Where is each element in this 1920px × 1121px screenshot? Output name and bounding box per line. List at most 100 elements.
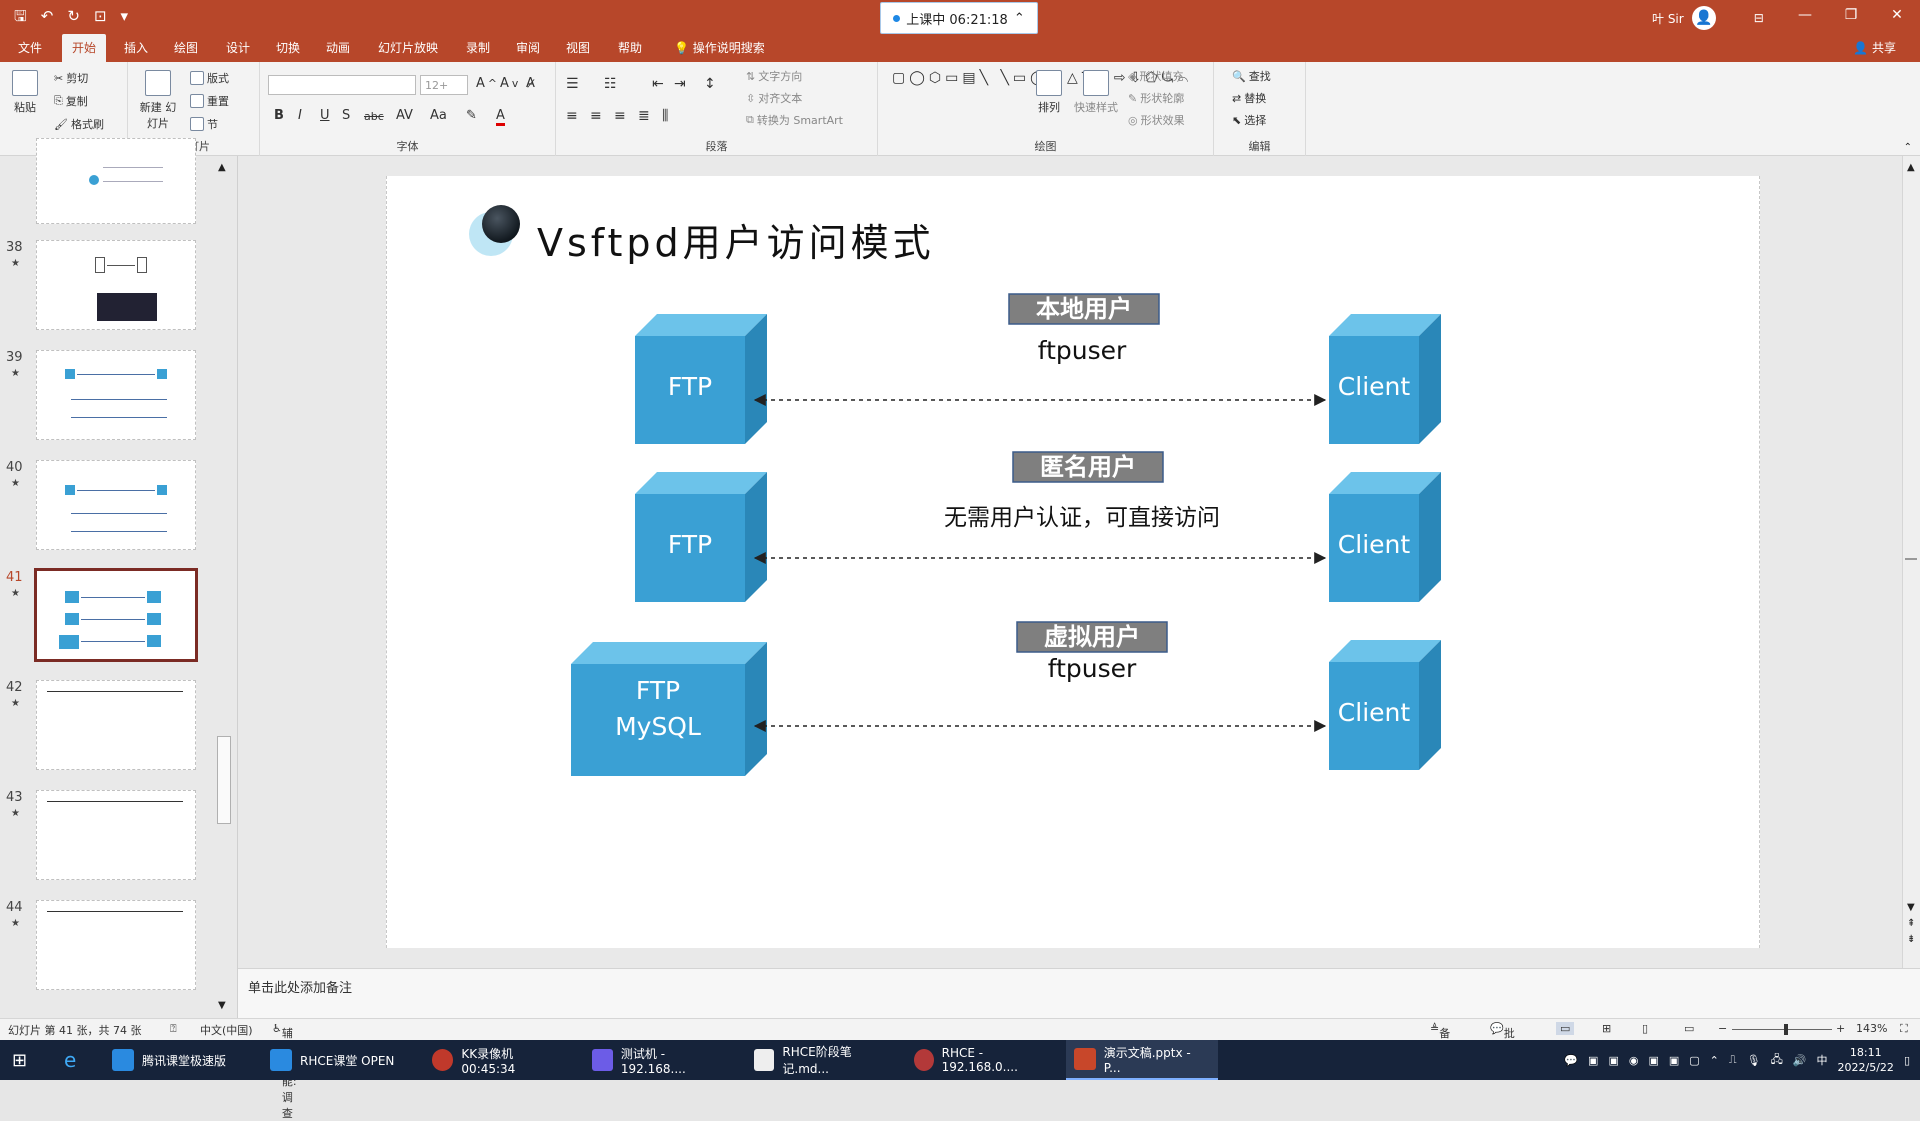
tab-animations[interactable]: 动画 (316, 34, 360, 62)
tell-me-search[interactable]: 💡 操作说明搜索 (664, 34, 775, 62)
tab-insert[interactable]: 插入 (114, 34, 158, 62)
tab-draw[interactable]: 绘图 (164, 34, 208, 62)
tab-home[interactable]: 开始 (62, 34, 107, 62)
ime-indicator[interactable]: 中 (1817, 1052, 1828, 1068)
taskbar-item[interactable]: 腾讯课堂极速版 (104, 1040, 256, 1080)
tray-app-icon[interactable]: ▣ (1588, 1054, 1598, 1067)
select-button[interactable]: ⬉ 选择 (1232, 112, 1266, 128)
notification-chat-icon[interactable]: 💬 (1564, 1054, 1578, 1067)
font-color-button[interactable]: A (496, 108, 505, 126)
scroll-up-icon[interactable]: ▲ (218, 162, 226, 173)
align-text-button[interactable]: ⇳ 对齐文本 (746, 90, 802, 106)
bullets-icon[interactable]: ☰ (566, 76, 579, 92)
taskbar-item[interactable]: RHCE - 192.168.0.... (906, 1040, 1058, 1080)
align-right-icon[interactable]: ≡ (614, 108, 626, 124)
tray-app-icon[interactable]: ▣ (1669, 1054, 1679, 1067)
underline-button[interactable]: U (320, 108, 330, 123)
increase-indent-icon[interactable]: ⇥ (674, 76, 686, 92)
redo-icon[interactable]: ↻ (67, 7, 80, 25)
zoom-level[interactable]: 143% (1856, 1022, 1887, 1035)
usb-icon[interactable]: ⎍ (1729, 1053, 1737, 1067)
slide-sorter-icon[interactable]: ⊞ (1602, 1022, 1611, 1035)
paste-button[interactable]: 粘贴 (12, 70, 38, 115)
align-center-icon[interactable]: ≡ (590, 108, 602, 124)
zoom-out-icon[interactable]: − (1718, 1022, 1727, 1035)
clock[interactable]: 18:11 2022/5/22 (1838, 1045, 1894, 1075)
scroll-down-icon[interactable]: ▼ (1907, 902, 1915, 913)
shape-fill-button[interactable]: ◈ 形状填充 (1128, 68, 1183, 84)
decrease-indent-icon[interactable]: ⇤ (652, 76, 664, 92)
class-timer[interactable]: 上课中 06:21:18 ⌃ (880, 2, 1038, 34)
undo-icon[interactable]: ↶ (41, 7, 54, 25)
panel-scrollbar-thumb[interactable] (217, 736, 231, 824)
tray-app-icon[interactable]: ▣ (1648, 1054, 1658, 1067)
tab-transitions[interactable]: 切换 (266, 34, 310, 62)
tray-app-icon[interactable]: ▢ (1689, 1054, 1699, 1067)
format-painter-button[interactable]: 🖌 格式刷 (54, 116, 104, 132)
font-name-input[interactable] (268, 75, 416, 95)
scroll-down-icon[interactable]: ▼ (218, 1000, 226, 1011)
label-virtual-user[interactable]: 虚拟用户 (1017, 622, 1167, 652)
maximize-button[interactable]: ❐ (1828, 0, 1874, 30)
shape-outline-button[interactable]: ✎ 形状轮廓 (1128, 90, 1184, 106)
zoom-slider[interactable] (1732, 1029, 1832, 1030)
volume-icon[interactable]: 🔊 (1793, 1054, 1807, 1067)
layout-button[interactable]: 版式 (190, 70, 229, 86)
text-direction-button[interactable]: ⇅ 文字方向 (746, 68, 802, 84)
spell-check-icon[interactable]: ⍰ (170, 1022, 177, 1036)
line-spacing-icon[interactable]: ↕ (704, 76, 716, 92)
tray-app-icon[interactable]: ▣ (1608, 1054, 1618, 1067)
tab-help[interactable]: 帮助 (608, 34, 652, 62)
scroll-up-icon[interactable]: ▲ (1907, 162, 1915, 173)
minimize-button[interactable]: — (1782, 0, 1828, 30)
align-left-icon[interactable]: ≡ (566, 108, 578, 124)
cut-button[interactable]: ✂ 剪切 (54, 70, 88, 86)
microphone-icon[interactable]: 🎙 (1747, 1054, 1761, 1067)
network-icon[interactable]: 🖧 (1771, 1051, 1783, 1070)
language-indicator[interactable]: 中文(中国) (200, 1022, 253, 1038)
normal-view-icon[interactable]: ▭ (1556, 1022, 1575, 1035)
edge-taskbar-icon[interactable]: e (56, 1040, 84, 1080)
label-local-user[interactable]: 本地用户 (1009, 294, 1159, 324)
arrange-button[interactable]: 排列 (1036, 70, 1062, 115)
previous-slide-icon[interactable]: ⇞ (1907, 918, 1915, 929)
change-case-button[interactable]: Aa (430, 108, 447, 123)
highlight-icon[interactable]: ✎ (466, 108, 477, 123)
tab-file[interactable]: 文件 (8, 34, 52, 62)
avatar[interactable]: 👤 (1691, 6, 1716, 30)
chevron-up-icon[interactable]: ⌃ (1014, 11, 1025, 26)
caption-2[interactable]: 无需用户认证，可直接访问 (907, 498, 1257, 532)
shape-effects-button[interactable]: ◎ 形状效果 (1128, 112, 1185, 128)
vertical-scrollbar[interactable]: ▲ ▼ ⇞ ⇟ (1902, 156, 1920, 968)
share-button[interactable]: 👤 共享 (1853, 34, 1896, 62)
taskbar-item-active[interactable]: 演示文稿.pptx - P... (1066, 1040, 1218, 1080)
start-button[interactable]: ⊞ (4, 1040, 35, 1080)
quick-styles-button[interactable]: 快速样式 (1074, 70, 1118, 115)
ribbon-display-icon[interactable]: ⊟ (1754, 11, 1764, 25)
close-button[interactable]: ✕ (1874, 0, 1920, 30)
label-anonymous-user[interactable]: 匿名用户 (1013, 452, 1163, 482)
reading-view-icon[interactable]: ▯ (1642, 1022, 1648, 1035)
slideshow-icon[interactable]: ▭ (1684, 1022, 1694, 1035)
zoom-in-icon[interactable]: + (1836, 1022, 1845, 1035)
tab-view[interactable]: 视图 (556, 34, 600, 62)
taskbar-item[interactable]: RHCE阶段笔记.md... (746, 1040, 898, 1080)
tab-record[interactable]: 录制 (456, 34, 500, 62)
presenter-icon[interactable]: ⊡ (94, 7, 107, 25)
comments-button[interactable]: 💬 批注 (1490, 1022, 1515, 1056)
justify-icon[interactable]: ≣ (638, 108, 650, 124)
show-hidden-icons[interactable]: ⌃ (1710, 1054, 1719, 1067)
new-slide-button[interactable]: 新建 幻灯片 (136, 70, 180, 131)
tab-review[interactable]: 审阅 (506, 34, 550, 62)
tab-design[interactable]: 设计 (216, 34, 260, 62)
slide-title[interactable]: Vsftpd用户访问模式 (537, 212, 935, 267)
caption-3[interactable]: ftpuser (957, 654, 1227, 683)
notes-button[interactable]: ≜ 备注 (1430, 1022, 1450, 1056)
slide[interactable]: Vsftpd用户访问模式 本地用户 ftpuser FTP Client 匿名用… (386, 176, 1760, 948)
save-icon[interactable]: 🖫 (14, 7, 27, 25)
scroll-thumb[interactable] (1905, 558, 1917, 560)
notes-pane[interactable]: 单击此处添加备注 (238, 968, 1920, 1020)
fit-slide-icon[interactable]: ⛶ (1900, 1022, 1908, 1036)
replace-button[interactable]: ⇄ 替换 (1232, 90, 1266, 106)
numbering-icon[interactable]: ☷ (604, 76, 617, 92)
